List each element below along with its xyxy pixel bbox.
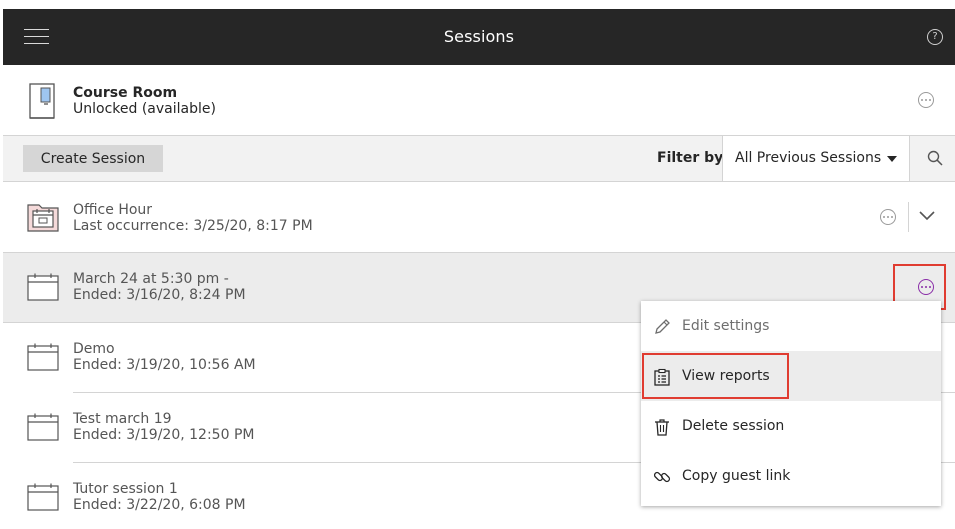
menu-item-label: Delete session (682, 418, 785, 434)
session-options-menu: Edit settings View reports Delete sessio… (641, 301, 941, 506)
divider (908, 202, 909, 232)
filter-select[interactable]: All Previous Sessions (722, 136, 910, 181)
session-name: Test march 19 (73, 411, 172, 427)
course-room-name: Course Room (73, 85, 178, 101)
session-name: Office Hour (73, 202, 153, 218)
header-bar: Sessions ? (3, 9, 955, 65)
session-toolbar: Create Session Filter by All Previous Se… (3, 136, 955, 182)
door-icon (29, 83, 55, 119)
session-name: Tutor session 1 (73, 481, 178, 497)
session-row[interactable]: Office Hour Last occurrence: 3/25/20, 8:… (3, 182, 955, 253)
session-name: March 24 at 5:30 pm - (73, 271, 229, 287)
session-detail: Ended: 3/22/20, 6:08 PM (73, 497, 246, 513)
course-room-row[interactable]: Course Room Unlocked (available) (3, 65, 955, 136)
session-detail: Last occurrence: 3/25/20, 8:17 PM (73, 218, 313, 234)
filter-value: All Previous Sessions (735, 150, 882, 166)
sessions-panel: Sessions ? Course Room Unlocked (availab… (3, 9, 955, 529)
help-icon[interactable]: ? (927, 29, 943, 45)
pencil-icon (655, 319, 670, 334)
calendar-icon (27, 343, 59, 371)
highlight-box (642, 353, 789, 399)
search-icon[interactable] (927, 150, 943, 166)
menu-item-label: Edit settings (682, 318, 770, 334)
page-title: Sessions (443, 27, 515, 46)
filter-label: Filter by (657, 150, 724, 166)
menu-item-delete-session[interactable]: Delete session (641, 401, 941, 451)
chevron-down-icon[interactable] (919, 209, 935, 221)
session-detail: Ended: 3/19/20, 10:56 AM (73, 357, 256, 373)
calendar-icon (27, 483, 59, 511)
trash-icon (655, 419, 669, 436)
session-name: Demo (73, 341, 115, 357)
calendar-icon (27, 273, 59, 301)
calendar-icon (27, 413, 59, 441)
course-room-more-icon[interactable] (918, 92, 934, 108)
session-detail: Ended: 3/19/20, 12:50 PM (73, 427, 255, 443)
recurring-calendar-icon (27, 204, 59, 232)
link-icon (653, 471, 671, 483)
menu-item-edit-settings[interactable]: Edit settings (641, 301, 941, 351)
caret-down-icon (887, 156, 897, 162)
session-more-icon[interactable] (880, 209, 896, 225)
menu-item-copy-guest-link[interactable]: Copy guest link (641, 451, 941, 501)
session-detail: Ended: 3/16/20, 8:24 PM (73, 287, 246, 303)
menu-item-label: Copy guest link (682, 468, 791, 484)
course-room-status: Unlocked (available) (73, 101, 216, 117)
create-session-button[interactable]: Create Session (23, 145, 163, 172)
